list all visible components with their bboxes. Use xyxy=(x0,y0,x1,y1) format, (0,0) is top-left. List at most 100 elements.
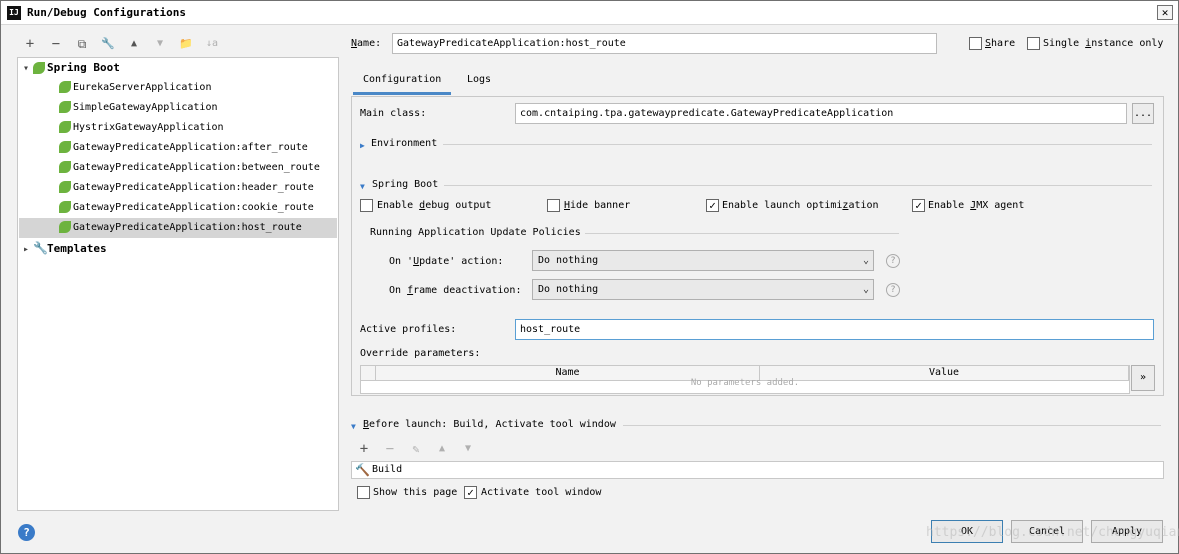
sort-icon[interactable]: ↓a xyxy=(203,35,221,53)
spring-boot-icon xyxy=(59,201,71,213)
main-class-input[interactable]: com.cntaiping.tpa.gatewaypredicate.Gatew… xyxy=(515,103,1127,124)
help-icon[interactable]: ? xyxy=(886,283,900,297)
build-task-label: Build xyxy=(372,464,403,475)
run-debug-dialog: IJ Run/Debug Configurations ✕ + − ⧉ 🔧 ▲ … xyxy=(0,0,1179,554)
move-down-icon[interactable]: ▼ xyxy=(151,35,169,53)
activate-tool-window-checkbox[interactable]: ✓ xyxy=(464,486,477,499)
chevron-down-icon: ⌄ xyxy=(862,255,869,266)
expanded-arrow-icon[interactable]: ▼ xyxy=(360,182,365,191)
environment-section[interactable]: Environment xyxy=(371,138,437,149)
before-launch-label[interactable]: Before launch: Build, Activate tool wind… xyxy=(363,419,616,430)
override-parameters-table[interactable]: Name Value No parameters added. xyxy=(360,365,1130,394)
tree-item[interactable]: EurekaServerApplication xyxy=(19,78,337,98)
share-label: Share xyxy=(985,38,1016,49)
tree-item[interactable]: GatewayPredicateApplication:cookie_route xyxy=(19,198,337,218)
move-down-icon[interactable]: ▼ xyxy=(459,440,477,458)
on-frame-select[interactable]: Do nothing ⌄ xyxy=(532,279,874,300)
edit-icon[interactable]: ✎ xyxy=(407,440,425,458)
spring-boot-icon xyxy=(59,161,71,173)
tree-item-label: GatewayPredicateApplication:host_route xyxy=(73,222,302,233)
tree-item-selected[interactable]: GatewayPredicateApplication:host_route xyxy=(19,218,337,238)
tree-item-label: GatewayPredicateApplication:cookie_route xyxy=(73,202,314,213)
spring-boot-icon xyxy=(59,121,71,133)
help-icon[interactable]: ? xyxy=(18,524,35,541)
move-up-icon[interactable]: ▲ xyxy=(125,35,143,53)
on-update-select[interactable]: Do nothing ⌄ xyxy=(532,250,874,271)
folder-icon[interactable]: 📁 xyxy=(177,35,195,53)
active-profiles-label: Active profiles: xyxy=(360,324,457,335)
active-profiles-input[interactable]: host_route xyxy=(515,319,1154,340)
tree-item[interactable]: GatewayPredicateApplication:header_route xyxy=(19,178,337,198)
remove-icon[interactable]: − xyxy=(381,440,399,458)
spring-boot-section[interactable]: Spring Boot xyxy=(372,179,438,190)
tree-item-label: GatewayPredicateApplication:between_rout… xyxy=(73,162,320,173)
single-instance-checkbox[interactable] xyxy=(1027,37,1040,50)
tree-item-label: GatewayPredicateApplication:header_route xyxy=(73,182,314,193)
remove-icon[interactable]: − xyxy=(47,35,65,53)
on-frame-label: On frame deactivation: xyxy=(389,285,522,296)
share-checkbox[interactable] xyxy=(969,37,982,50)
jmx-agent-label: Enable JMX agent xyxy=(928,200,1025,211)
move-up-icon[interactable]: ▲ xyxy=(433,440,451,458)
wrench-icon[interactable]: 🔧 xyxy=(99,35,117,53)
hammer-icon: 🔨 xyxy=(355,463,370,477)
hide-banner-checkbox[interactable] xyxy=(547,199,560,212)
divider xyxy=(585,233,899,234)
on-update-label: On 'Update' action: xyxy=(389,256,504,267)
wrench-icon: 🔧 xyxy=(33,241,48,255)
tree-node-label: Spring Boot xyxy=(47,61,120,74)
tree-item[interactable]: SimpleGatewayApplication xyxy=(19,98,337,118)
window-title: Run/Debug Configurations xyxy=(27,6,186,19)
override-parameters-label: Override parameters: xyxy=(360,348,481,359)
spring-boot-icon xyxy=(59,221,71,233)
activate-tool-window-label: Activate tool window xyxy=(481,487,602,498)
close-button[interactable]: ✕ xyxy=(1157,5,1173,20)
name-label: Name: xyxy=(351,38,382,49)
tab-logs[interactable]: Logs xyxy=(457,71,501,95)
add-icon[interactable]: + xyxy=(21,35,39,53)
on-update-value: Do nothing xyxy=(538,255,599,266)
tree-node-label: Templates xyxy=(47,242,107,255)
tab-configuration[interactable]: Configuration xyxy=(353,71,452,95)
tree-item[interactable]: HystrixGatewayApplication xyxy=(19,118,337,138)
name-input[interactable]: GatewayPredicateApplication:host_route xyxy=(392,33,937,54)
empty-table-text: No parameters added. xyxy=(690,378,800,388)
spring-boot-icon xyxy=(33,62,45,74)
main-class-label: Main class: xyxy=(360,108,427,119)
divider xyxy=(444,185,1152,186)
configuration-tree: ▾ Spring Boot EurekaServerApplication Sim… xyxy=(17,57,339,511)
help-icon[interactable]: ? xyxy=(886,254,900,268)
expand-table-button[interactable]: » xyxy=(1131,365,1155,391)
spring-boot-icon xyxy=(59,81,71,93)
expand-arrow-icon[interactable]: ▸ xyxy=(19,240,33,260)
divider xyxy=(623,425,1161,426)
tree-item-label: EurekaServerApplication xyxy=(73,82,212,93)
intellij-icon: IJ xyxy=(7,6,21,20)
show-this-page-checkbox[interactable] xyxy=(357,486,370,499)
jmx-agent-checkbox[interactable]: ✓ xyxy=(912,199,925,212)
browse-button[interactable]: ... xyxy=(1132,103,1154,124)
copy-icon[interactable]: ⧉ xyxy=(73,35,91,53)
expand-arrow-icon[interactable]: ▾ xyxy=(19,59,33,79)
expanded-arrow-icon[interactable]: ▼ xyxy=(351,422,356,431)
tree-item[interactable]: GatewayPredicateApplication:between_rout… xyxy=(19,158,337,178)
tree-node-spring-boot[interactable]: ▾ Spring Boot xyxy=(19,58,337,78)
enable-debug-label: Enable debug output xyxy=(377,200,492,211)
add-icon[interactable]: + xyxy=(355,440,373,458)
tree-item-label: SimpleGatewayApplication xyxy=(73,102,218,113)
tree-item[interactable]: GatewayPredicateApplication:after_route xyxy=(19,138,337,158)
launch-optimization-checkbox[interactable]: ✓ xyxy=(706,199,719,212)
spring-boot-icon xyxy=(59,141,71,153)
divider xyxy=(443,144,1152,145)
tree-node-templates[interactable]: ▸ 🔧Templates xyxy=(19,238,337,258)
enable-debug-checkbox[interactable] xyxy=(360,199,373,212)
hide-banner-label: Hide banner xyxy=(564,200,631,211)
build-task-row[interactable]: 🔨 Build xyxy=(351,461,1164,479)
collapsed-arrow-icon[interactable]: ▶ xyxy=(360,141,365,150)
single-instance-label: Single instance only xyxy=(1043,38,1164,49)
tree-item-label: HystrixGatewayApplication xyxy=(73,122,224,133)
tree-item-label: GatewayPredicateApplication:after_route xyxy=(73,142,308,153)
title-bar: IJ Run/Debug Configurations ✕ xyxy=(1,1,1178,25)
watermark: https://blog.csdn.net/chengyuqiang xyxy=(926,525,1179,540)
spring-boot-icon xyxy=(59,101,71,113)
